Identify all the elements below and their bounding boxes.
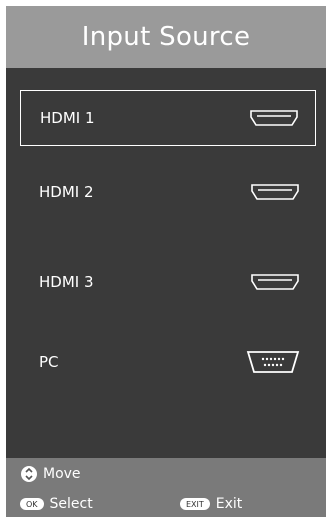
source-label: HDMI 3 bbox=[39, 273, 94, 291]
up-down-arrows-icon bbox=[21, 466, 37, 482]
exit-label: Exit bbox=[215, 496, 243, 512]
input-source-menu: Input Source HDMI 1 HDMI 2 HDMI 3 PC Mov… bbox=[6, 6, 326, 517]
source-item-hdmi-2[interactable]: HDMI 2 bbox=[20, 164, 316, 220]
source-label: PC bbox=[39, 353, 59, 371]
source-item-hdmi-1[interactable]: HDMI 1 bbox=[20, 90, 316, 146]
move-label: Move bbox=[43, 466, 81, 482]
source-item-hdmi-3[interactable]: HDMI 3 bbox=[20, 254, 316, 310]
hdmi-port-icon bbox=[250, 110, 298, 126]
select-label: Select bbox=[49, 496, 93, 512]
hdmi-port-icon bbox=[251, 184, 299, 200]
exit-hint: EXIT Exit bbox=[180, 496, 242, 512]
source-item-pc[interactable]: PC bbox=[20, 334, 316, 390]
menu-footer: Move OK Select EXIT Exit bbox=[6, 458, 326, 517]
hdmi-port-icon bbox=[251, 274, 299, 290]
menu-title: Input Source bbox=[81, 22, 251, 52]
source-list: HDMI 1 HDMI 2 HDMI 3 PC bbox=[6, 68, 326, 458]
source-label: HDMI 1 bbox=[40, 109, 95, 127]
ok-key-icon: OK bbox=[20, 498, 44, 510]
move-hint: Move bbox=[21, 466, 81, 482]
exit-key-icon: EXIT bbox=[180, 498, 210, 510]
vga-port-icon bbox=[246, 351, 300, 373]
source-label: HDMI 2 bbox=[39, 183, 94, 201]
menu-header: Input Source bbox=[6, 6, 326, 68]
select-hint: OK Select bbox=[20, 496, 93, 512]
